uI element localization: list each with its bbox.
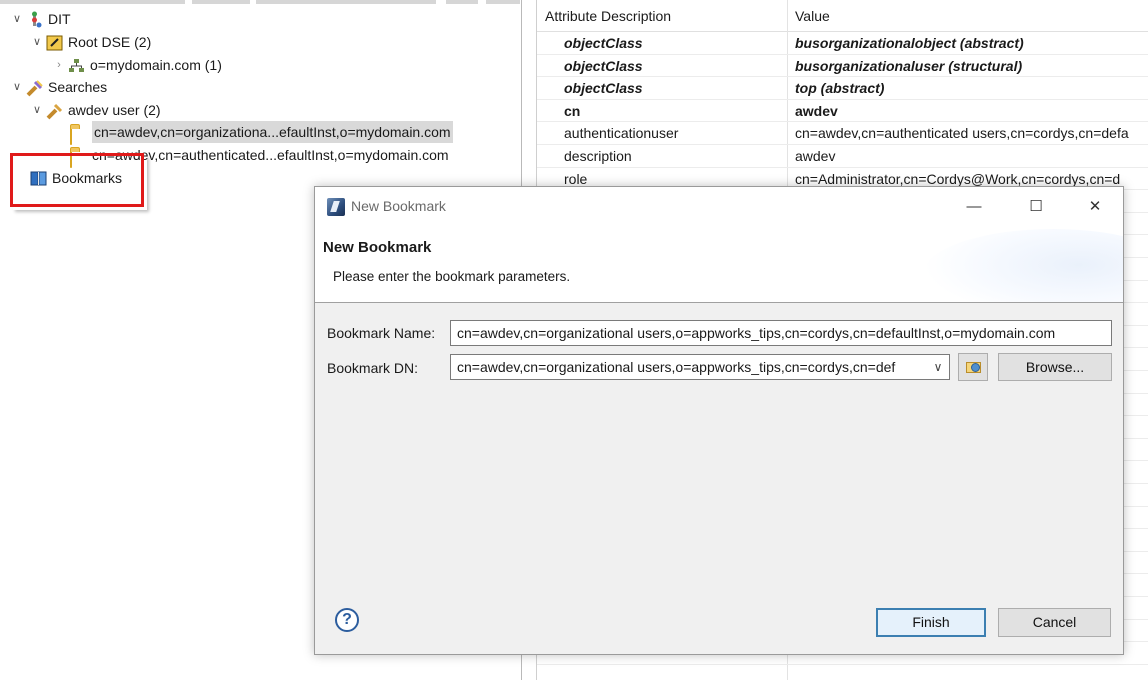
finish-button[interactable]: Finish xyxy=(876,608,986,637)
attribute-value: busorganizationaluser (structural) xyxy=(795,57,1023,74)
attribute-name: description xyxy=(564,148,632,164)
tree-item-search-awdev[interactable]: ∨ awdev user (2) xyxy=(30,99,161,121)
chevron-down-icon[interactable]: ∨ xyxy=(927,355,949,379)
root-dse-icon xyxy=(46,34,64,51)
table-header: Attribute Description Value xyxy=(537,0,1148,32)
tree-item-domain[interactable]: › o=mydomain.com (1) xyxy=(52,54,222,76)
attribute-name: objectClass xyxy=(564,35,643,51)
bookmark-name-label: Bookmark Name: xyxy=(327,325,436,341)
column-header-attribute[interactable]: Attribute Description xyxy=(545,0,671,32)
dialog-window-title: New Bookmark xyxy=(351,198,446,214)
tree-item-search-result[interactable]: cn=awdev,cn=organizationa...efaultInst,o… xyxy=(68,121,453,145)
maximize-button[interactable]: ☐ xyxy=(1013,193,1059,221)
attribute-value: awdev xyxy=(795,102,838,119)
search-icon xyxy=(46,102,64,120)
tree-label: DIT xyxy=(48,11,71,27)
organization-icon xyxy=(68,57,86,73)
tree-item-root-dse[interactable]: ∨ Root DSE (2) xyxy=(30,31,151,53)
new-bookmark-dialog: New Bookmark — ☐ ✕ New Bookmark Please e… xyxy=(314,186,1124,655)
header-decoration xyxy=(923,229,1123,302)
browse-entry-button[interactable] xyxy=(958,353,988,381)
tree-label: cn=awdev,cn=authenticated...efaultInst,o… xyxy=(92,147,449,163)
annotation-highlight-box xyxy=(10,153,144,207)
attribute-name: objectClass xyxy=(564,57,643,74)
chevron-down-icon[interactable]: ∨ xyxy=(30,99,44,121)
search-flashlight-icon xyxy=(26,79,44,97)
table-row[interactable]: objectClass busorganizationaluser (struct… xyxy=(537,55,1148,78)
toolbar-strip xyxy=(0,0,522,4)
tree-label: Searches xyxy=(48,79,108,95)
bookmark-dn-combo[interactable]: cn=awdev,cn=organizational users,o=appwo… xyxy=(450,354,950,380)
column-header-value[interactable]: Value xyxy=(795,0,830,32)
dit-icon xyxy=(26,11,44,28)
chevron-down-icon[interactable]: ∨ xyxy=(10,8,24,30)
table-row[interactable]: authenticationuser cn=awdev,cn=authentica… xyxy=(537,122,1148,145)
table-row[interactable]: description awdev xyxy=(537,145,1148,168)
minimize-button[interactable]: — xyxy=(951,193,997,221)
browse-button[interactable]: Browse... xyxy=(998,353,1112,381)
bookmark-dn-label: Bookmark DN: xyxy=(327,360,419,376)
bookmark-dn-value: cn=awdev,cn=organizational users,o=appwo… xyxy=(457,359,896,375)
attribute-name: objectClass xyxy=(564,80,643,97)
dialog-header-area: New Bookmark Please enter the bookmark p… xyxy=(315,227,1123,303)
table-row[interactable]: cn awdev xyxy=(537,100,1148,123)
tree-label: Root DSE (2) xyxy=(68,34,152,50)
table-row[interactable]: objectClass busorganizationalobject (abst… xyxy=(537,32,1148,55)
tree-item-dit[interactable]: ∨ DIT xyxy=(10,8,71,30)
app-icon xyxy=(327,198,345,216)
cancel-button[interactable]: Cancel xyxy=(998,608,1111,637)
tree-item-searches[interactable]: ∨ Searches xyxy=(10,76,107,98)
dialog-header-message: Please enter the bookmark parameters. xyxy=(333,269,571,284)
dialog-header-title: New Bookmark xyxy=(323,239,432,256)
globe-icon xyxy=(971,363,980,372)
attribute-value: top (abstract) xyxy=(795,80,885,97)
attribute-value: busorganizationalobject (abstract) xyxy=(795,35,1024,51)
tree-label: awdev user (2) xyxy=(68,102,161,118)
attribute-value: cn=awdev,cn=authenticated users,cn=cordy… xyxy=(795,125,1129,142)
help-icon[interactable]: ? xyxy=(335,608,359,632)
chevron-right-icon[interactable]: › xyxy=(52,54,66,76)
tree-label: cn=awdev,cn=organizationa...efaultInst,o… xyxy=(92,121,453,143)
bookmark-name-input[interactable] xyxy=(450,320,1112,346)
attribute-name: authenticationuser xyxy=(564,125,679,142)
table-row[interactable]: objectClass top (abstract) xyxy=(537,77,1148,100)
chevron-down-icon[interactable]: ∨ xyxy=(10,76,24,98)
close-button[interactable]: ✕ xyxy=(1072,193,1118,221)
dialog-titlebar[interactable]: New Bookmark — ☐ ✕ xyxy=(315,187,1123,227)
tree-label: o=mydomain.com (1) xyxy=(90,57,222,73)
folder-icon xyxy=(70,124,88,145)
chevron-down-icon[interactable]: ∨ xyxy=(30,31,44,53)
attribute-value: awdev xyxy=(795,148,836,164)
attribute-name: cn xyxy=(564,102,581,119)
